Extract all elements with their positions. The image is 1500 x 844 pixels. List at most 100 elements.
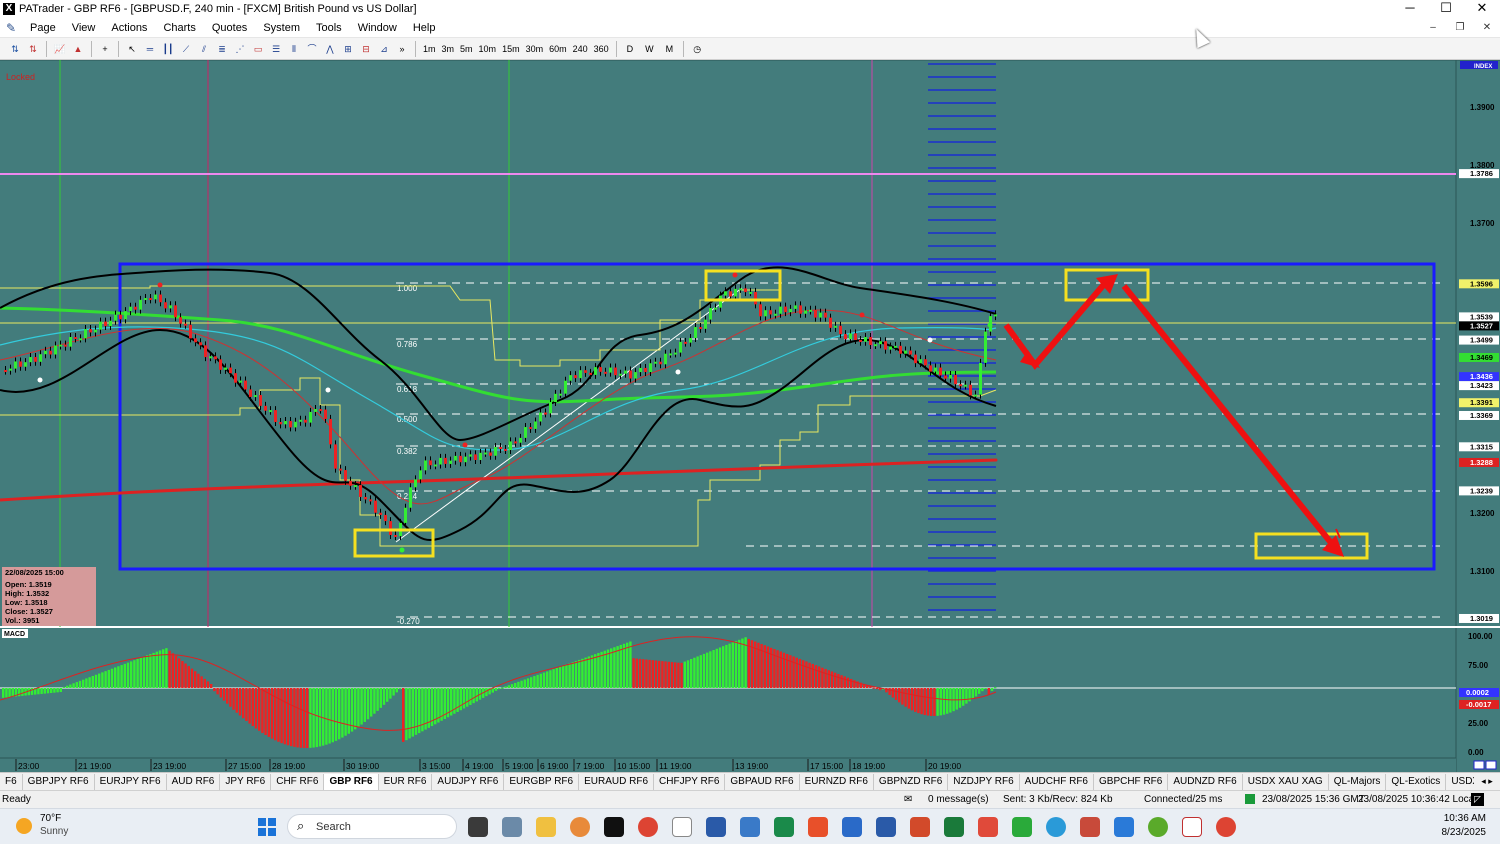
close-button[interactable]: ✕ — [1464, 0, 1500, 18]
app-icon-briefcase[interactable] — [1080, 817, 1100, 837]
period-monthly[interactable]: M — [666, 41, 674, 57]
timeframe-360[interactable]: 360 — [594, 41, 609, 57]
powerpoint-icon[interactable] — [910, 817, 930, 837]
symbol-tab[interactable]: EURNZD RF6 — [800, 773, 874, 790]
app-icon-w[interactable] — [1148, 817, 1168, 837]
telegram-icon[interactable] — [1046, 817, 1066, 837]
menu-window[interactable]: Window — [350, 22, 405, 34]
symbol-tab[interactable]: AUDCHF RF6 — [1020, 773, 1094, 790]
scroll-right-icon[interactable] — [1485, 760, 1497, 770]
vertical-line-icon[interactable]: ┃┃ — [161, 41, 175, 57]
sell-arrows-icon[interactable]: ⇅ — [26, 41, 40, 57]
app-icon-s-blue[interactable] — [842, 817, 862, 837]
symbol-tab[interactable]: EUR RF6 — [379, 773, 433, 790]
symbol-tab[interactable]: CHF RF6 — [271, 773, 325, 790]
symbol-tab[interactable]: GBPAUD RF6 — [725, 773, 800, 790]
time-zones-icon[interactable]: ⦀ — [287, 41, 301, 57]
child-minimize-icon[interactable]: – — [1422, 20, 1444, 36]
symbol-tab[interactable]: QL-Exotics — [1386, 773, 1447, 790]
rectangle-icon[interactable]: ▭ — [251, 41, 265, 57]
symbol-tab[interactable]: NZDJPY RF6 — [948, 773, 1020, 790]
app-icon-c-green[interactable] — [1012, 817, 1032, 837]
excel-icon[interactable] — [944, 817, 964, 837]
timeframe-60m[interactable]: 60m — [549, 41, 567, 57]
outlook-icon[interactable] — [1114, 817, 1134, 837]
app-icon-s-red[interactable] — [808, 817, 828, 837]
file-explorer-icon[interactable] — [536, 817, 556, 837]
period-daily[interactable]: D — [627, 41, 634, 57]
scroll-left-icon[interactable] — [1473, 760, 1485, 770]
horizontal-line-icon[interactable]: ═ — [143, 41, 157, 57]
child-restore-icon[interactable]: ❐ — [1449, 20, 1471, 36]
mail-icon[interactable]: ✉ — [904, 794, 912, 805]
more-tools-icon[interactable]: » — [395, 41, 409, 57]
menu-page[interactable]: Page — [22, 22, 64, 34]
timeframe-30m[interactable]: 30m — [526, 41, 544, 57]
trading-app-icon[interactable] — [604, 817, 624, 837]
clock-time[interactable]: 10:36 AM — [1436, 813, 1486, 824]
fibonacci-icon[interactable]: ≣ — [215, 41, 229, 57]
word-icon[interactable] — [876, 817, 896, 837]
menu-system[interactable]: System — [255, 22, 308, 34]
chrome-icon[interactable] — [638, 817, 658, 837]
vpn-icon[interactable] — [1182, 817, 1202, 837]
timeframe-3m[interactable]: 3m — [442, 41, 455, 57]
period-weekly[interactable]: W — [645, 41, 654, 57]
symbol-tab[interactable]: EURAUD RF6 — [579, 773, 655, 790]
crosshair-icon[interactable]: + — [98, 41, 112, 57]
menu-quotes[interactable]: Quotes — [204, 22, 255, 34]
trend-line-icon[interactable]: ⟋ — [179, 41, 193, 57]
grid-icon[interactable]: ⊞ — [341, 41, 355, 57]
child-close-icon[interactable]: ✕ — [1476, 20, 1498, 36]
windows-start-icon[interactable] — [258, 818, 276, 836]
app-icon-orange[interactable] — [570, 817, 590, 837]
price-chart[interactable]: 1.000 0.786 0.618 0.500 0.382 0.214 -0.2… — [0, 60, 1500, 772]
symbol-tab[interactable]: GBP RF6 — [324, 773, 379, 790]
symbol-tab[interactable]: AUDNZD RF6 — [1168, 773, 1243, 790]
menu-tools[interactable]: Tools — [308, 22, 350, 34]
timeframe-5m[interactable]: 5m — [460, 41, 473, 57]
tab-scroll-icon[interactable]: ◂ ▸ — [1474, 773, 1500, 790]
fan-icon[interactable]: ⋰ — [233, 41, 247, 57]
menu-help[interactable]: Help — [405, 22, 444, 34]
menu-actions[interactable]: Actions — [103, 22, 155, 34]
fib-levels-icon[interactable]: ☰ — [269, 41, 283, 57]
patrader-icon[interactable] — [672, 817, 692, 837]
task-view-icon[interactable] — [468, 817, 488, 837]
symbol-tab[interactable]: GBPNZD RF6 — [874, 773, 949, 790]
app-icon-c-red[interactable] — [978, 817, 998, 837]
symbol-tab[interactable]: CHFJPY RF6 — [654, 773, 726, 790]
symbol-tab[interactable]: GBPCHF RF6 — [1094, 773, 1169, 790]
symbol-tab[interactable]: EURJPY RF6 — [95, 773, 167, 790]
chart-icon[interactable]: 📈 — [53, 41, 67, 57]
weather-desc[interactable]: Sunny — [40, 826, 68, 837]
arc-icon[interactable]: ⌒ — [305, 41, 319, 57]
chart-area[interactable]: 1.000 0.786 0.618 0.500 0.382 0.214 -0.2… — [0, 60, 1500, 772]
regression-icon[interactable]: ⊿ — [377, 41, 391, 57]
symbol-tab[interactable]: GBPJPY RF6 — [23, 773, 95, 790]
taskbar-search[interactable]: ⌕ Search — [287, 814, 457, 839]
symbol-tab[interactable]: AUDJPY RF6 — [432, 773, 505, 790]
remote-desktop-icon[interactable] — [740, 817, 760, 837]
gann-icon[interactable]: ⊟ — [359, 41, 373, 57]
maximize-button[interactable]: ☐ — [1428, 0, 1464, 18]
symbol-tab[interactable]: JPY RF6 — [220, 773, 272, 790]
channel-icon[interactable]: ⫽ — [197, 41, 211, 57]
calculator-icon[interactable] — [502, 817, 522, 837]
menu-charts[interactable]: Charts — [155, 22, 203, 34]
symbol-tab[interactable]: QL-Majors — [1329, 773, 1387, 790]
timeframe-15m[interactable]: 15m — [502, 41, 520, 57]
clock-icon[interactable]: ◷ — [690, 41, 704, 57]
symbol-tab[interactable]: F6 — [0, 773, 23, 790]
symbol-tab[interactable]: EURGBP RF6 — [504, 773, 580, 790]
cursor-icon[interactable]: ↖ — [125, 41, 139, 57]
stock-app-icon[interactable] — [774, 817, 794, 837]
timeframe-240[interactable]: 240 — [573, 41, 588, 57]
chrome-icon-2[interactable] — [1216, 817, 1236, 837]
minimize-button[interactable]: ─ — [1392, 0, 1428, 18]
clock-date[interactable]: 8/23/2025 — [1426, 827, 1487, 838]
status-messages[interactable]: 0 message(s) — [928, 794, 989, 805]
timeframe-1m[interactable]: 1m — [423, 41, 436, 57]
timeframe-10m[interactable]: 10m — [479, 41, 497, 57]
andrews-pitchfork-icon[interactable]: ⋀ — [323, 41, 337, 57]
